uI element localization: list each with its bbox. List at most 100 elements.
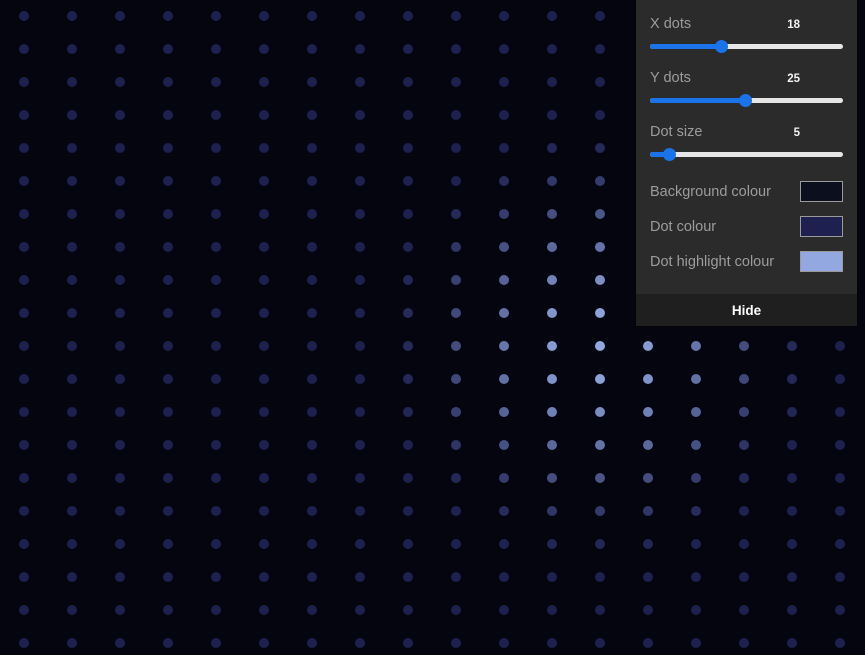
grid-dot bbox=[547, 44, 557, 54]
grid-dot bbox=[163, 110, 173, 120]
grid-dot bbox=[211, 242, 221, 252]
grid-dot bbox=[595, 374, 605, 384]
grid-dot bbox=[739, 605, 749, 615]
grid-dot bbox=[739, 572, 749, 582]
grid-dot bbox=[595, 341, 605, 351]
grid-dot bbox=[115, 176, 125, 186]
grid-dot bbox=[67, 440, 77, 450]
grid-dot bbox=[835, 341, 845, 351]
grid-dot bbox=[499, 539, 509, 549]
grid-dot bbox=[643, 341, 653, 351]
grid-dot bbox=[595, 638, 605, 648]
grid-dot bbox=[19, 308, 29, 318]
grid-dot bbox=[403, 242, 413, 252]
grid-dot bbox=[67, 176, 77, 186]
grid-dot bbox=[451, 374, 461, 384]
grid-dot bbox=[163, 143, 173, 153]
grid-dot bbox=[259, 209, 269, 219]
grid-dot bbox=[115, 638, 125, 648]
grid-dot bbox=[691, 506, 701, 516]
grid-dot bbox=[163, 176, 173, 186]
x-dots-slider[interactable] bbox=[650, 38, 843, 56]
grid-dot bbox=[19, 242, 29, 252]
y-dots-header: Y dots 25 bbox=[650, 66, 843, 90]
grid-dot bbox=[211, 110, 221, 120]
grid-dot bbox=[307, 11, 317, 21]
grid-dot bbox=[115, 374, 125, 384]
grid-dot bbox=[307, 341, 317, 351]
grid-dot bbox=[451, 605, 461, 615]
grid-dot bbox=[499, 572, 509, 582]
grid-dot bbox=[355, 473, 365, 483]
grid-dot bbox=[307, 605, 317, 615]
grid-dot bbox=[547, 110, 557, 120]
grid-dot bbox=[595, 275, 605, 285]
grid-dot bbox=[163, 242, 173, 252]
grid-dot bbox=[451, 440, 461, 450]
colour-row-dot-highlight: Dot highlight colour bbox=[650, 244, 843, 279]
grid-dot bbox=[115, 506, 125, 516]
grid-dot bbox=[499, 110, 509, 120]
grid-dot bbox=[67, 110, 77, 120]
grid-dot bbox=[451, 539, 461, 549]
grid-dot bbox=[259, 605, 269, 615]
grid-dot bbox=[259, 638, 269, 648]
grid-dot bbox=[115, 605, 125, 615]
background-colour-swatch[interactable] bbox=[800, 181, 843, 202]
grid-dot bbox=[403, 143, 413, 153]
grid-dot bbox=[595, 11, 605, 21]
grid-dot bbox=[163, 374, 173, 384]
dot-size-slider-thumb[interactable] bbox=[663, 148, 677, 161]
grid-dot bbox=[547, 440, 557, 450]
grid-dot bbox=[835, 440, 845, 450]
grid-dot bbox=[787, 440, 797, 450]
grid-dot bbox=[691, 572, 701, 582]
x-dots-slider-thumb[interactable] bbox=[715, 40, 729, 53]
grid-dot bbox=[451, 275, 461, 285]
grid-dot bbox=[547, 209, 557, 219]
grid-dot bbox=[307, 242, 317, 252]
grid-dot bbox=[67, 605, 77, 615]
grid-dot bbox=[259, 110, 269, 120]
y-dots-slider-thumb[interactable] bbox=[738, 94, 752, 107]
grid-dot bbox=[787, 473, 797, 483]
grid-dot bbox=[451, 308, 461, 318]
grid-dot bbox=[643, 539, 653, 549]
y-dots-slider[interactable] bbox=[650, 92, 843, 110]
grid-dot bbox=[307, 506, 317, 516]
dot-colour-swatch[interactable] bbox=[800, 216, 843, 237]
grid-dot bbox=[403, 341, 413, 351]
control-row-y-dots: Y dots 25 bbox=[650, 66, 843, 110]
x-dots-header: X dots 18 bbox=[650, 12, 843, 36]
grid-dot bbox=[451, 44, 461, 54]
grid-dot bbox=[643, 605, 653, 615]
grid-dot bbox=[499, 176, 509, 186]
grid-dot bbox=[355, 605, 365, 615]
grid-dot bbox=[67, 242, 77, 252]
grid-dot bbox=[403, 275, 413, 285]
y-dots-slider-fill bbox=[650, 98, 745, 103]
dot-size-header: Dot size 5 bbox=[650, 120, 843, 144]
grid-dot bbox=[355, 638, 365, 648]
grid-dot bbox=[163, 44, 173, 54]
grid-dot bbox=[67, 308, 77, 318]
grid-dot bbox=[211, 473, 221, 483]
grid-dot bbox=[115, 539, 125, 549]
grid-dot bbox=[403, 110, 413, 120]
dot-size-slider[interactable] bbox=[650, 146, 843, 164]
grid-dot bbox=[211, 209, 221, 219]
grid-dot bbox=[499, 209, 509, 219]
grid-dot bbox=[355, 77, 365, 87]
grid-dot bbox=[307, 110, 317, 120]
grid-dot bbox=[595, 473, 605, 483]
grid-dot bbox=[451, 176, 461, 186]
grid-dot bbox=[355, 539, 365, 549]
grid-dot bbox=[307, 572, 317, 582]
dot-size-slider-track bbox=[650, 152, 843, 157]
grid-dot bbox=[19, 44, 29, 54]
grid-dot bbox=[451, 572, 461, 582]
grid-dot bbox=[259, 506, 269, 516]
grid-dot bbox=[403, 77, 413, 87]
hide-button[interactable]: Hide bbox=[636, 293, 857, 326]
dot-highlight-colour-swatch[interactable] bbox=[800, 251, 843, 272]
